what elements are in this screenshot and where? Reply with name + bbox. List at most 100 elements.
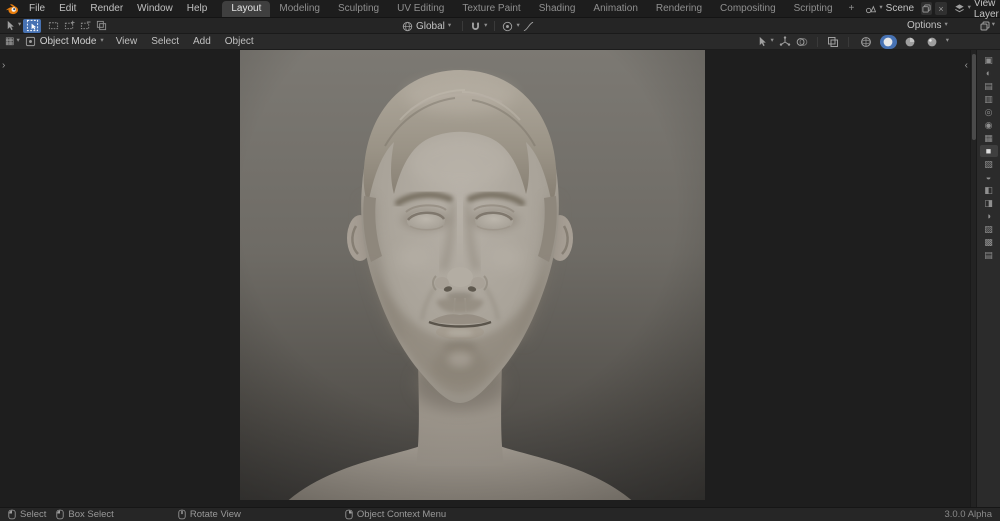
editor-type-dropdown[interactable]: ▦ ▾ (5, 36, 20, 47)
workspace-tab-animation[interactable]: Animation (584, 1, 646, 17)
properties-tab-extra-icon[interactable]: ▤ (980, 249, 998, 261)
shading-solid-button[interactable] (879, 34, 897, 49)
select-extend-mode-button[interactable] (61, 19, 77, 33)
workspace-tab-rendering[interactable]: Rendering (647, 1, 711, 17)
proportional-options-chevron[interactable]: ▾ (516, 22, 519, 30)
chevron-down-icon: ▾ (967, 4, 971, 12)
select-intersect-mode-button[interactable] (93, 19, 109, 33)
properties-tab-collection-icon[interactable]: ▦ (980, 132, 998, 144)
menu-render[interactable]: Render (83, 1, 130, 16)
shading-material-button[interactable] (902, 35, 919, 49)
options-dropdown[interactable]: Options ▾ (903, 19, 952, 32)
chevron-down-icon: ▾ (770, 37, 774, 45)
viewport-header: ▦ ▾ Object Mode ▾ View Select Add Object … (0, 34, 1000, 50)
add-workspace-button[interactable]: + (842, 1, 862, 17)
scene-selector-label: Scene (885, 3, 915, 14)
properties-tab-texture-icon[interactable]: ▩ (980, 236, 998, 248)
active-tool-dropdown[interactable]: ▾ (5, 20, 21, 31)
menu-file[interactable]: File (22, 1, 52, 16)
overlays-toggle-button[interactable] (796, 36, 808, 48)
blender-window: File Edit Render Window Help Layout Mode… (0, 0, 1000, 521)
workspace-tab-compositing[interactable]: Compositing (711, 1, 785, 17)
properties-tab-scene-icon[interactable]: ◎ (980, 106, 998, 118)
shading-wireframe-button[interactable] (858, 35, 875, 49)
shading-options-chevron[interactable]: ▾ (946, 38, 949, 45)
view-layer-icon (954, 3, 965, 14)
properties-tab-material-icon[interactable]: ▨ (980, 223, 998, 235)
status-box-select-hint: Box Select (56, 509, 114, 520)
blender-logo-icon[interactable] (5, 2, 19, 15)
workspace-tab-shading[interactable]: Shading (530, 1, 585, 17)
snap-options-chevron[interactable]: ▾ (484, 22, 487, 30)
tool-settings-bar: ▾ Global ▾ ▾ ▾ Options ▾ ▾ (0, 18, 1000, 34)
properties-tab-constraints-icon[interactable]: ◨ (980, 197, 998, 209)
sidebar-expand-arrow[interactable]: ‹ (965, 60, 968, 71)
middle-mouse-icon (178, 509, 186, 520)
properties-tab-physics-icon[interactable]: ◧ (980, 184, 998, 196)
properties-tab-particles-icon[interactable]: ◒ (980, 171, 998, 183)
object-type-visibility-dropdown[interactable]: ▾ (757, 36, 774, 47)
editor-duplicate-icon[interactable]: ▾ (980, 21, 995, 31)
snap-toggle-button[interactable] (470, 21, 481, 32)
transform-orientation-label: Global (416, 20, 445, 32)
viewport-menu-view[interactable]: View (109, 35, 145, 48)
status-context-menu-label: Object Context Menu (356, 509, 447, 520)
tool-settings-right: Options ▾ ▾ (903, 19, 995, 32)
box-select-tool-button[interactable] (23, 18, 42, 33)
properties-tab-modifiers-icon[interactable]: ▧ (980, 158, 998, 170)
properties-tab-object-icon[interactable]: ■ (979, 145, 998, 157)
mode-dropdown[interactable]: Object Mode ▾ (20, 35, 109, 48)
workspace-tab-modeling[interactable]: Modeling (270, 1, 329, 17)
chevron-down-icon: ▾ (879, 4, 883, 12)
viewport-menu-select[interactable]: Select (144, 35, 186, 48)
proportional-editing-button[interactable] (502, 21, 513, 32)
transform-orientation-dropdown[interactable]: Global ▾ (398, 20, 455, 33)
properties-tab-tool-icon[interactable]: ▣ (980, 54, 998, 66)
properties-tab-world-icon[interactable]: ◉ (980, 119, 998, 131)
left-mouse-drag-icon (56, 509, 64, 520)
workspace-tab-sculpting[interactable]: Sculpting (329, 1, 388, 17)
status-rotate-view-hint: Rotate View (178, 509, 241, 520)
workspace-tab-uv-editing[interactable]: UV Editing (388, 1, 453, 17)
options-label: Options (907, 20, 942, 31)
status-bar: Select Box Select Rotate View Object Con… (0, 507, 1000, 521)
sculpted-head-model[interactable] (240, 50, 705, 500)
properties-tab-render-icon[interactable]: ◐ (980, 67, 998, 79)
snapping-cluster: Global ▾ ▾ ▾ (398, 18, 534, 34)
viewport-menu-add[interactable]: Add (186, 35, 218, 48)
new-scene-button[interactable] (921, 2, 933, 15)
gizmos-toggle-button[interactable] (779, 36, 791, 48)
camera-view[interactable] (240, 50, 705, 500)
select-subtract-mode-button[interactable] (77, 19, 93, 33)
right-mouse-icon (345, 509, 353, 520)
falloff-curve-icon[interactable] (523, 21, 534, 32)
xray-toggle-button[interactable] (827, 36, 839, 48)
toolbar-expand-arrow[interactable]: › (2, 60, 5, 71)
object-mode-icon (25, 36, 36, 47)
menu-help[interactable]: Help (180, 1, 215, 16)
left-mouse-icon (8, 509, 16, 520)
select-set-mode-button[interactable] (45, 19, 61, 33)
properties-tab-object-data-icon[interactable]: ◑ (980, 210, 998, 222)
menu-edit[interactable]: Edit (52, 1, 83, 16)
status-select-label: Select (20, 509, 47, 520)
scene-selector[interactable]: ▾ Scene (861, 2, 918, 15)
workspace-tab-texture-paint[interactable]: Texture Paint (453, 1, 529, 17)
topbar-right-cluster: ▾ Scene × ▾ View Layer × (861, 0, 1000, 21)
workspace-tab-scripting[interactable]: Scripting (785, 1, 842, 17)
divider (462, 21, 464, 31)
viewport-menu-object[interactable]: Object (218, 35, 261, 48)
workspace-tabs: Layout Modeling Sculpting UV Editing Tex… (222, 0, 861, 17)
chevron-down-icon: ▾ (100, 37, 104, 45)
globe-icon (402, 21, 413, 32)
scene-icon (865, 3, 876, 14)
delete-scene-button[interactable]: × (935, 2, 947, 15)
properties-tab-output-icon[interactable]: ▤ (980, 80, 998, 92)
shading-rendered-button[interactable] (924, 35, 941, 49)
chevron-down-icon: ▾ (991, 21, 995, 29)
view-layer-selector[interactable]: ▾ View Layer (950, 0, 1000, 21)
viewport-3d[interactable]: › ‹ (0, 50, 976, 507)
workspace-tab-layout[interactable]: Layout (222, 1, 271, 17)
menu-window[interactable]: Window (130, 1, 180, 16)
properties-tab-view-layer-icon[interactable]: ▥ (980, 93, 998, 105)
